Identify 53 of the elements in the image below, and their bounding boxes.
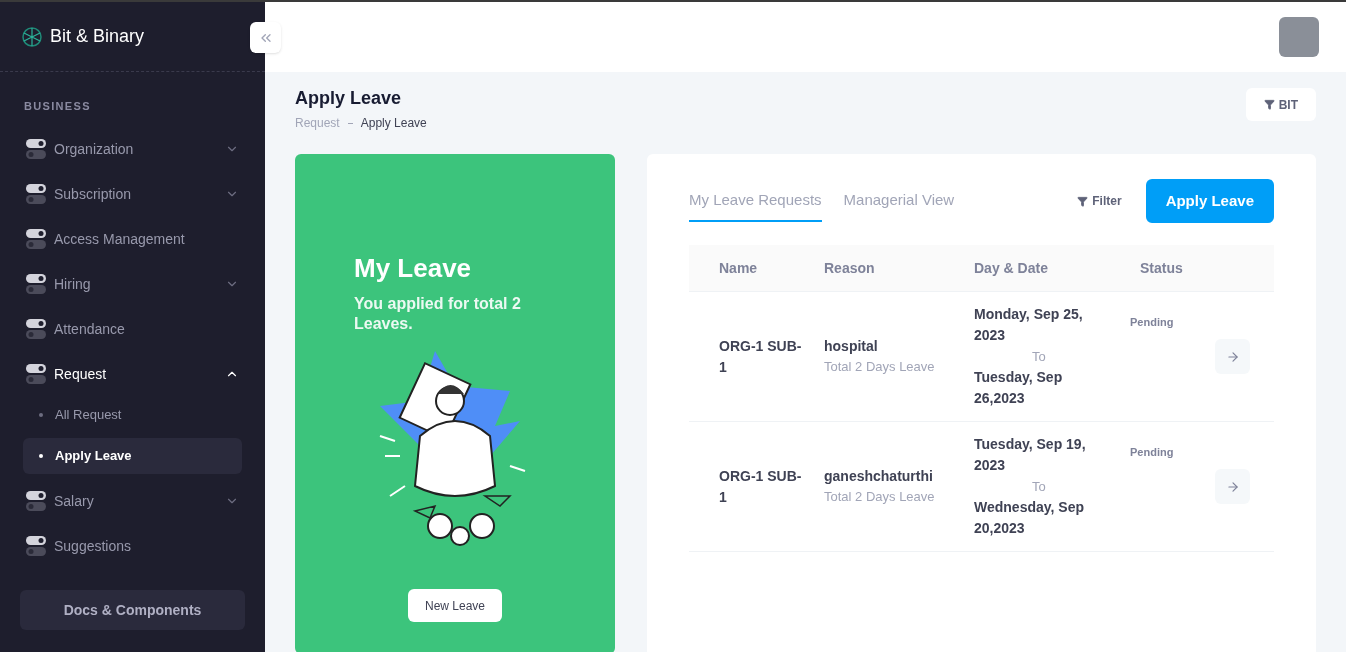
table-cell-text: To — [1031, 478, 1047, 496]
sidebar-item[interactable]: Suggestions — [0, 523, 265, 569]
brand-name: Bit & Binary — [50, 25, 145, 48]
company-filter-button[interactable]: BIT — [1245, 88, 1316, 121]
avatar-placeholder[interactable] — [1279, 17, 1319, 57]
toggle-icon — [26, 184, 46, 204]
card-subtitle: You applied for total 2 Leaves. — [354, 294, 522, 334]
arrow-button[interactable] — [1215, 339, 1250, 374]
funnel-icon — [1077, 195, 1089, 207]
sidebar-item[interactable]: Subscription — [0, 171, 265, 217]
collapse-button[interactable] — [250, 22, 281, 53]
table-cell-text: ORG-1 SUB-1 — [719, 336, 803, 377]
sidebar-item[interactable]: Hiring — [0, 261, 265, 307]
toggle-icon — [26, 491, 46, 511]
sidebar-item[interactable]: Request — [0, 351, 265, 397]
table-cell-text: Monday, Sep 25, 2023 — [974, 305, 1084, 345]
toggle-icon — [26, 364, 46, 384]
table-cell-text: Tuesday, Sep 26,2023 — [974, 368, 1064, 408]
table-cell-text: Total 2 Days Leave — [824, 358, 936, 377]
table-cell-text: To — [1031, 348, 1047, 366]
table-cell-text: ORG-1 SUB-1 — [719, 466, 803, 507]
column-header: Name — [719, 258, 759, 278]
table-cell-text: ganeshchaturthi — [824, 467, 934, 487]
toggle-icon — [26, 139, 46, 159]
card-title: My Leave — [354, 252, 473, 285]
toggle-icon — [26, 536, 46, 556]
docs-button[interactable]: Docs & Components — [20, 590, 245, 630]
column-header: Reason — [824, 258, 876, 278]
sidebar-subitem[interactable]: Apply Leave — [23, 437, 242, 474]
table-cell-text: Wednesday, Sep 20,2023 — [974, 498, 1085, 538]
toggle-icon — [26, 229, 46, 249]
page-title: Apply Leave — [295, 87, 403, 110]
status-text: Pending — [1130, 445, 1174, 460]
breadcrumb-current: Apply Leave — [360, 115, 427, 132]
sidebar-item[interactable]: Attendance — [0, 306, 265, 352]
column-header: Day & Date — [974, 258, 1049, 278]
table-filter-button[interactable]: Filter — [1077, 192, 1122, 210]
toggle-icon — [26, 274, 46, 294]
sidebar-item[interactable]: Access Management — [0, 216, 265, 262]
new-leave-button[interactable]: New Leave — [407, 589, 502, 622]
sidebar-item[interactable]: Organization — [0, 126, 265, 172]
table-cell-text: Total 2 Days Leave — [824, 488, 936, 507]
funnel-icon — [1263, 99, 1275, 110]
logo-icon — [22, 26, 42, 47]
table-cell-text: Tuesday, Sep 19, 2023 — [974, 435, 1087, 475]
arrow-button[interactable] — [1215, 469, 1250, 504]
sidebar-subitem[interactable]: All Request — [23, 396, 242, 433]
status-text: Pending — [1130, 315, 1174, 330]
toggle-icon — [26, 319, 46, 339]
column-header: Status — [1140, 258, 1184, 278]
table-cell-text: hospital — [824, 337, 879, 357]
sidebar-item[interactable]: Salary — [0, 478, 265, 524]
section-label: BUSINESS — [23, 99, 92, 114]
